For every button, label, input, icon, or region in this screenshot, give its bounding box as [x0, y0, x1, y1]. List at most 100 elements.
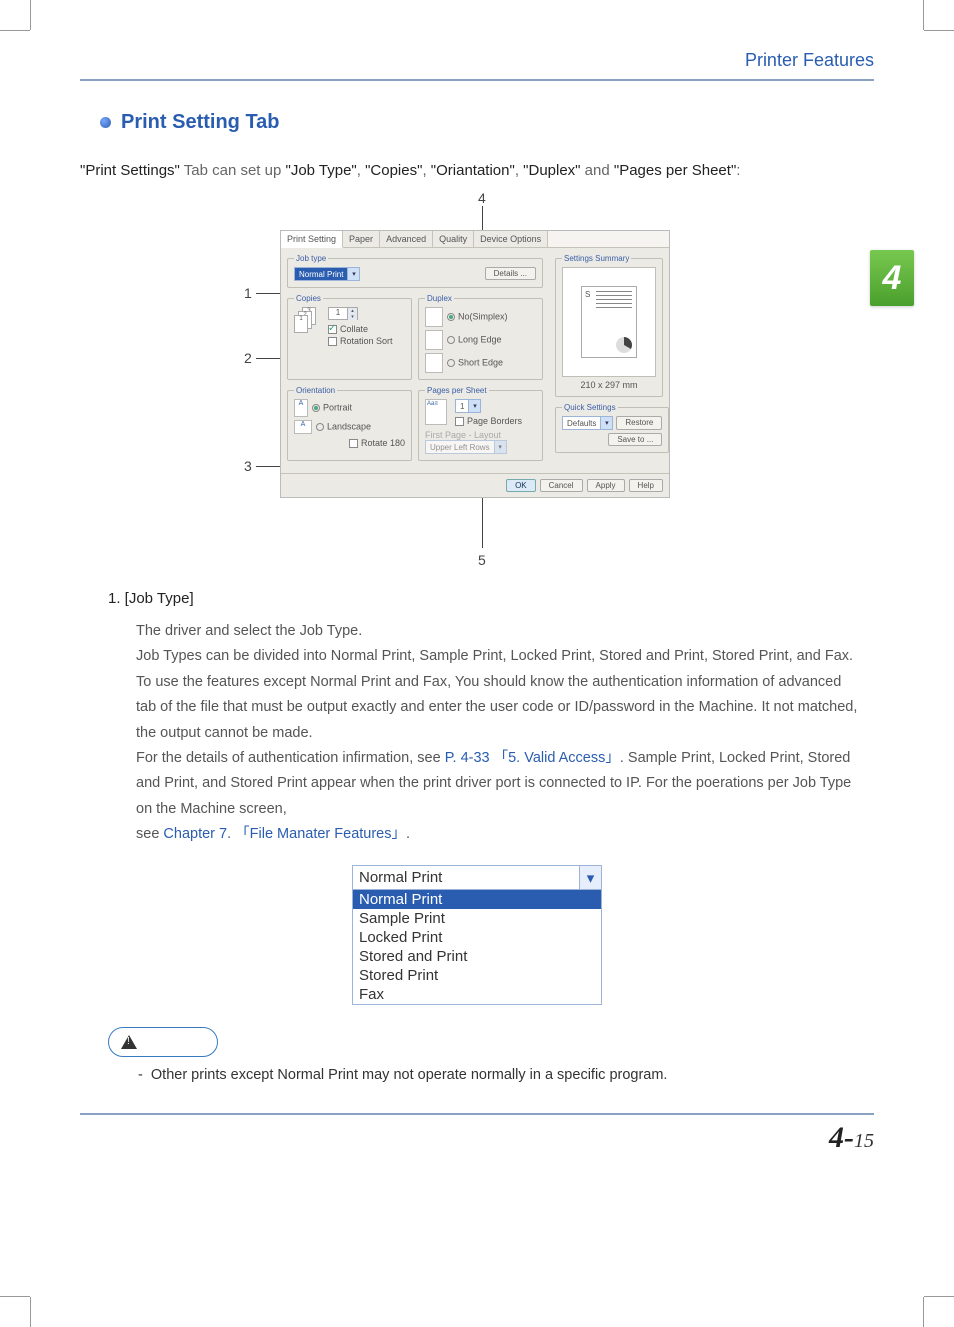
apply-button[interactable]: Apply	[587, 479, 625, 492]
copies-count: 1	[329, 308, 347, 319]
collate-checkbox[interactable]	[328, 325, 337, 334]
page-borders-checkbox[interactable]	[455, 417, 464, 426]
legend-jobtype: Job type	[294, 254, 328, 263]
long-edge-icon	[425, 330, 443, 350]
bullet-icon	[100, 117, 111, 128]
page-number: 4-15	[80, 1121, 874, 1155]
tab-print-setting[interactable]: Print Setting	[281, 231, 343, 248]
dialog-buttons: OK Cancel Apply Help	[281, 473, 669, 497]
intro-sep: ,	[515, 162, 523, 179]
caution-badge	[108, 1027, 218, 1057]
legend-summary: Settings Summary	[562, 254, 631, 263]
landscape-icon: A	[294, 420, 312, 434]
cancel-button[interactable]: Cancel	[540, 479, 583, 492]
page-borders-label: Page Borders	[467, 416, 522, 426]
caution-body: Other prints except Normal Print may not…	[151, 1067, 668, 1083]
rotation-sort-label: Rotation Sort	[340, 336, 393, 346]
body-line: For the details of authentication infirm…	[136, 750, 445, 766]
restore-button[interactable]: Restore	[616, 416, 662, 430]
warning-icon	[121, 1035, 137, 1049]
body-line: .	[406, 826, 410, 842]
ok-button[interactable]: OK	[506, 479, 536, 492]
dropdown-item-stored-and-print[interactable]: Stored and Print	[353, 947, 601, 966]
legend-duplex: Duplex	[425, 294, 454, 303]
collate-label: Collate	[340, 324, 368, 334]
rotate180-checkbox[interactable]	[349, 439, 358, 448]
layout-label: First Page - Layout	[425, 430, 536, 440]
header-rule	[80, 79, 874, 81]
duplex-short-label: Short Edge	[458, 357, 503, 367]
intro-kw-duplex: "Duplex"	[523, 162, 580, 179]
footer-rule	[80, 1113, 874, 1115]
intro-kw-jobtype: "Job Type"	[286, 162, 357, 179]
group-jobtype: Job type Normal Print ▾ Details ...	[287, 254, 543, 288]
pps-value: 1	[456, 402, 468, 411]
caution-text: - Other prints except Normal Print may n…	[138, 1067, 874, 1083]
dropdown-item-locked[interactable]: Locked Print	[353, 928, 601, 947]
portrait-label: Portrait	[323, 402, 352, 412]
rotation-sort-checkbox[interactable]	[328, 337, 337, 346]
callout-1: 1	[244, 285, 252, 301]
landscape-radio[interactable]	[316, 423, 324, 431]
saveto-button[interactable]: Save to ...	[608, 433, 662, 446]
dropdown-selected[interactable]: Normal Print	[353, 866, 579, 889]
dropdown-item-sample[interactable]: Sample Print	[353, 909, 601, 928]
dropdown-item-stored[interactable]: Stored Print	[353, 966, 601, 985]
callout-2: 2	[244, 350, 252, 366]
subsection-1-title: 1. [Job Type]	[108, 590, 874, 607]
portrait-radio[interactable]	[312, 404, 320, 412]
intro-kw-orientation: "Oriantation"	[431, 162, 515, 179]
layout-value: Upper Left Rows	[426, 443, 494, 452]
paper-dimension: 210 x 297 mm	[562, 380, 656, 390]
dropdown-item-fax[interactable]: Fax	[353, 985, 601, 1004]
chapter-side-tab: 4	[870, 250, 914, 306]
copies-spinner[interactable]: 1▴▾	[328, 307, 358, 320]
tab-paper[interactable]: Paper	[343, 231, 380, 247]
simplex-icon	[425, 307, 443, 327]
legend-orientation: Orientation	[294, 386, 337, 395]
intro-tail: :	[736, 162, 740, 179]
intro-text: Tab can set up	[180, 162, 286, 179]
quick-select[interactable]: Defaults▾	[562, 416, 613, 430]
chevron-down-icon: ▾	[600, 417, 612, 429]
body-line: see	[136, 826, 163, 842]
tab-device-options[interactable]: Device Options	[474, 231, 548, 247]
intro-paragraph: "Print Settings" Tab can set up "Job Typ…	[80, 156, 874, 186]
pie-icon	[616, 337, 632, 353]
duplex-none-radio[interactable]	[447, 313, 455, 321]
preview-sheet-icon	[581, 286, 637, 358]
chevron-down-icon: ▾	[494, 441, 506, 453]
figure-dialog: 1 2 3 4 5 Print Setting Paper Advanced Q…	[80, 190, 874, 570]
page-index: 15	[854, 1130, 874, 1152]
section-heading: Print Setting Tab	[100, 111, 874, 134]
intro-sep: ,	[422, 162, 430, 179]
landscape-label: Landscape	[327, 421, 371, 431]
legend-copies: Copies	[294, 294, 323, 303]
pps-select[interactable]: 1▾	[455, 399, 481, 413]
link-valid-access[interactable]: P. 4-33 「5. Valid Access」	[445, 750, 620, 766]
layout-select: Upper Left Rows▾	[425, 440, 507, 454]
callout-5: 5	[478, 552, 486, 568]
short-edge-icon	[425, 353, 443, 373]
help-button[interactable]: Help	[629, 479, 663, 492]
dropdown-item-normal[interactable]: Normal Print	[353, 890, 601, 909]
group-copies: Copies 3 2 1 1▴▾ Collate R	[287, 294, 412, 380]
link-chapter-7[interactable]: Chapter 7. 「File Manater Features」	[163, 826, 406, 842]
duplex-long-radio[interactable]	[447, 336, 455, 344]
jobtype-select[interactable]: Normal Print ▾	[294, 267, 360, 281]
intro-sep: ,	[357, 162, 365, 179]
chevron-down-icon[interactable]: ▾	[579, 866, 601, 889]
rotate180-label: Rotate 180	[361, 438, 405, 448]
tab-quality[interactable]: Quality	[433, 231, 474, 247]
intro-kw-printsettings: "Print Settings"	[80, 162, 180, 179]
duplex-short-radio[interactable]	[447, 359, 455, 367]
body-paragraph: The driver and select the Job Type. Job …	[136, 619, 864, 847]
duplex-none-label: No(Simplex)	[458, 311, 508, 321]
details-button[interactable]: Details ...	[485, 267, 536, 280]
group-pps: Pages per Sheet Aa≡ 1▾ Page Borders Firs…	[418, 386, 543, 461]
tab-advanced[interactable]: Advanced	[380, 231, 433, 247]
pps-icon: Aa≡	[425, 399, 447, 425]
group-summary: Settings Summary 210 x 297 mm	[555, 254, 663, 397]
chevron-down-icon: ▾	[347, 268, 359, 280]
intro-kw-copies: "Copies"	[365, 162, 422, 179]
